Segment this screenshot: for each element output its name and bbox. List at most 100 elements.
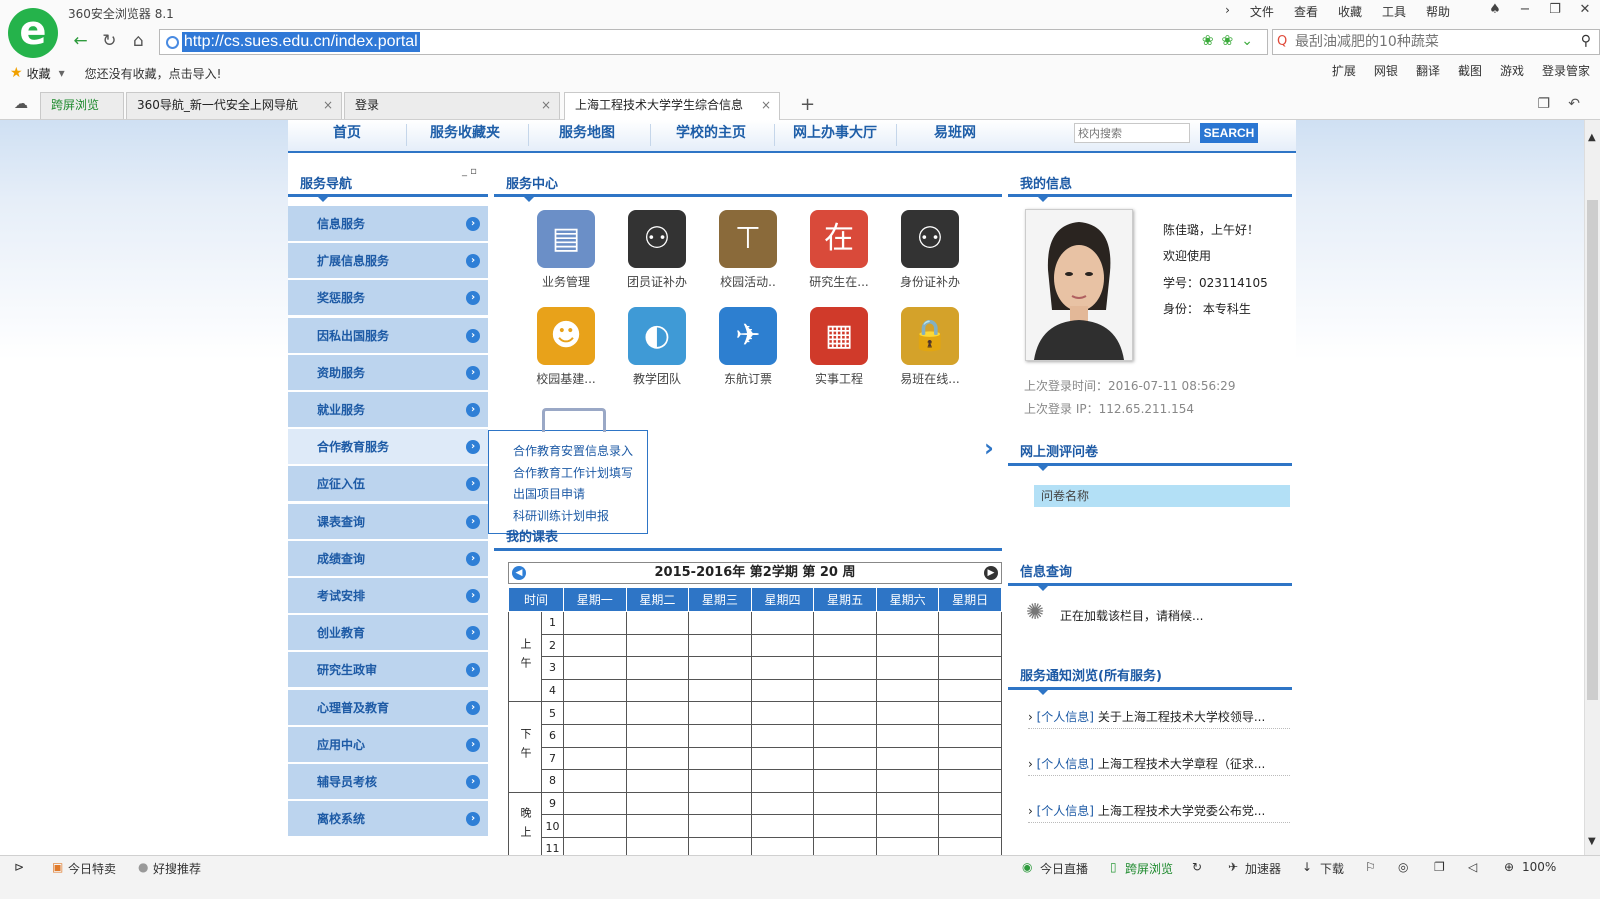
- service-tile[interactable]: ⚇ 身份证补办: [885, 210, 975, 290]
- schedule-cell[interactable]: [563, 701, 627, 725]
- chevron-down-icon[interactable]: ▾: [59, 66, 65, 80]
- schedule-cell[interactable]: [625, 814, 690, 838]
- chevron-right-icon[interactable]: ›: [466, 217, 480, 231]
- sound-icon[interactable]: ◁: [1468, 860, 1477, 874]
- service-tile[interactable]: ☻ 校园基建...: [521, 307, 611, 387]
- cloud-icon[interactable]: ☁: [14, 96, 28, 112]
- schedule-cell[interactable]: [625, 769, 690, 793]
- schedule-cell[interactable]: [688, 814, 752, 838]
- nav-online-hall[interactable]: 网上办事大厅: [774, 120, 896, 151]
- schedule-cell[interactable]: [563, 769, 627, 793]
- sidebar-item[interactable]: 奖惩服务 ›: [288, 280, 488, 317]
- chevron-right-icon[interactable]: ›: [466, 663, 480, 678]
- worker-icon[interactable]: ☻: [537, 307, 595, 365]
- schedule-cell[interactable]: [813, 791, 877, 816]
- schedule-cell[interactable]: [875, 814, 940, 838]
- search-icon[interactable]: ⚲: [1581, 33, 1591, 49]
- site-search-button[interactable]: SEARCH: [1200, 123, 1258, 143]
- schedule-cell[interactable]: [688, 633, 752, 658]
- schedule-cell[interactable]: [688, 769, 752, 793]
- sidebar-item[interactable]: 创业教育 ›: [288, 615, 488, 652]
- toolbar-translate[interactable]: 翻译: [1416, 62, 1440, 79]
- service-tile[interactable]: ▤ 业务管理: [521, 210, 611, 290]
- sidebar-item[interactable]: 辅导员考核 ›: [288, 764, 488, 800]
- nav-yiban[interactable]: 易班网: [896, 120, 1014, 151]
- notice-text[interactable]: 上海工程技术大学党委公布党...: [1098, 804, 1265, 818]
- schedule-cell[interactable]: [875, 678, 940, 703]
- refresh-button[interactable]: ↻: [95, 28, 124, 56]
- schedule-cell[interactable]: [875, 746, 940, 771]
- notice-item[interactable]: › [个人信息] 上海工程技术大学章程（征求...: [1028, 753, 1290, 776]
- flag-icon[interactable]: ⚐: [1365, 860, 1376, 874]
- schedule-cell[interactable]: [563, 746, 627, 771]
- chevron-right-icon[interactable]: ›: [466, 775, 480, 789]
- schedule-cell[interactable]: [563, 656, 627, 680]
- notice-tag[interactable]: [个人信息]: [1037, 757, 1094, 771]
- schedule-cell[interactable]: [938, 769, 1002, 793]
- schedule-cell[interactable]: [688, 723, 752, 748]
- schedule-cell[interactable]: [688, 611, 752, 635]
- service-label[interactable]: 身份证补办: [885, 273, 975, 290]
- schedule-cell[interactable]: [813, 836, 877, 855]
- sidebar-item[interactable]: 就业服务 ›: [288, 392, 488, 428]
- chevron-right-icon[interactable]: ›: [466, 291, 480, 306]
- service-label[interactable]: 实事工程: [794, 370, 884, 387]
- toolbar-games[interactable]: 游戏: [1500, 62, 1524, 79]
- schedule-cell[interactable]: [750, 701, 815, 725]
- status-icon[interactable]: ↻: [1192, 860, 1202, 874]
- notice-item[interactable]: › [个人信息] 上海工程技术大学党委公布党...: [1028, 800, 1290, 823]
- tab-sues-portal[interactable]: 上海工程技术大学学生综合信息 ×: [564, 92, 780, 120]
- schedule-cell[interactable]: [563, 611, 627, 635]
- window-icon[interactable]: ❐: [1434, 860, 1445, 874]
- browser-search-input[interactable]: [1295, 33, 1576, 51]
- stamp-icon[interactable]: 在: [810, 210, 868, 268]
- scroll-up-icon[interactable]: ▲: [1588, 132, 1596, 143]
- back-button[interactable]: ←: [66, 28, 95, 56]
- schedule-cell[interactable]: [938, 723, 1002, 748]
- schedule-cell[interactable]: [688, 656, 752, 680]
- prev-week-icon[interactable]: ◀: [512, 566, 526, 580]
- chevron-right-icon[interactable]: ›: [466, 440, 480, 455]
- status-accelerator[interactable]: 加速器: [1245, 860, 1281, 877]
- sidebar-item[interactable]: 信息服务 ›: [288, 206, 488, 242]
- menu-tools[interactable]: 工具: [1382, 3, 1406, 20]
- sidebar-item[interactable]: 离校系统 ›: [288, 801, 488, 838]
- scroll-thumb[interactable]: [1587, 200, 1598, 700]
- submenu-item[interactable]: 合作教育工作计划填写: [513, 463, 647, 485]
- service-label[interactable]: 校园活动..: [703, 273, 793, 290]
- business-icon[interactable]: ▤: [537, 210, 595, 268]
- tab-cross-screen[interactable]: 跨屏浏览: [40, 92, 124, 119]
- tab-login[interactable]: 登录 ×: [344, 92, 560, 119]
- service-label[interactable]: 业务管理: [521, 273, 611, 290]
- schedule-cell[interactable]: [875, 611, 940, 635]
- status-today-sale[interactable]: 今日特卖: [68, 860, 116, 877]
- schedule-cell[interactable]: [875, 769, 940, 793]
- schedule-cell[interactable]: [750, 611, 815, 635]
- toolbar-banking[interactable]: 网银: [1374, 62, 1398, 79]
- notice-tag[interactable]: [个人信息]: [1037, 804, 1094, 818]
- chevron-right-icon[interactable]: ›: [466, 365, 480, 380]
- scroll-down-icon[interactable]: ▼: [1588, 836, 1596, 847]
- sidebar-item[interactable]: 课表查询 ›: [288, 503, 488, 540]
- next-week-icon[interactable]: ▶: [984, 566, 998, 580]
- kiosk-icon[interactable]: ⊤: [719, 210, 777, 268]
- notice-text[interactable]: 关于上海工程技术大学校领导...: [1098, 710, 1265, 724]
- tab-360-nav[interactable]: 360导航_新一代安全上网导航 ×: [126, 92, 342, 119]
- chevron-right-icon[interactable]: ›: [466, 626, 480, 641]
- service-label[interactable]: 研究生在...: [794, 273, 884, 290]
- search-engine-icon[interactable]: Q: [1277, 34, 1287, 49]
- chevron-right-icon[interactable]: ›: [466, 514, 480, 529]
- service-tile[interactable]: ⊤ 校园活动..: [703, 210, 793, 290]
- tab-list-icon[interactable]: ❐: [1537, 96, 1550, 112]
- lock-icon[interactable]: 🔒: [901, 307, 959, 365]
- home-button[interactable]: ⌂: [124, 28, 153, 56]
- service-label[interactable]: 东航订票: [703, 370, 793, 387]
- schedule-cell[interactable]: [813, 723, 877, 748]
- status-live[interactable]: 今日直播: [1040, 860, 1088, 877]
- toolbar-login-manager[interactable]: 登录管家: [1542, 62, 1590, 79]
- airplane-icon[interactable]: ✈: [719, 307, 777, 365]
- chevron-right-icon[interactable]: ›: [984, 434, 994, 462]
- submenu-item[interactable]: 合作教育安置信息录入: [513, 441, 647, 463]
- notices-title[interactable]: 服务通知浏览(所有服务): [1020, 665, 1162, 684]
- ie-icon[interactable]: ◎: [1398, 860, 1408, 874]
